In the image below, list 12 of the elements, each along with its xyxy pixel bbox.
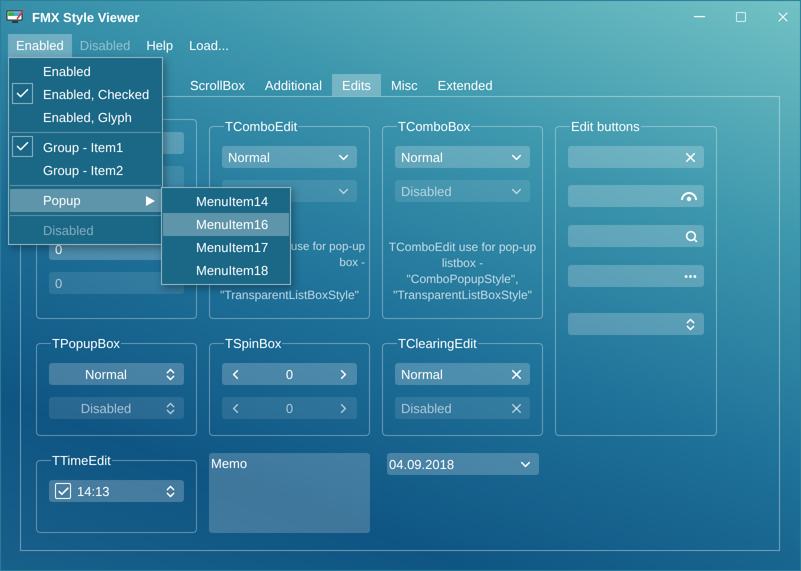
description-text: use for pop-up	[290, 240, 365, 255]
description-text: box -	[339, 256, 365, 271]
group-title: Edit buttons	[570, 119, 641, 134]
group-title: TComboBox	[397, 119, 472, 134]
description-text: "TransparentListBoxStyle"	[219, 287, 360, 303]
description-text: TComboEdit use for pop-up listbox - "ComboPopupStyle", "TransparentListBoxStyle"	[388, 239, 538, 303]
group-title: TPopupBox	[51, 336, 121, 351]
group-title: TClearingEdit	[397, 336, 478, 351]
group-title: TComboEdit	[224, 119, 298, 134]
window-title: FMX Style Viewer	[32, 10, 140, 24]
group-title: TSpinBox	[224, 336, 282, 351]
group-title: TTimeEdit	[51, 453, 112, 468]
